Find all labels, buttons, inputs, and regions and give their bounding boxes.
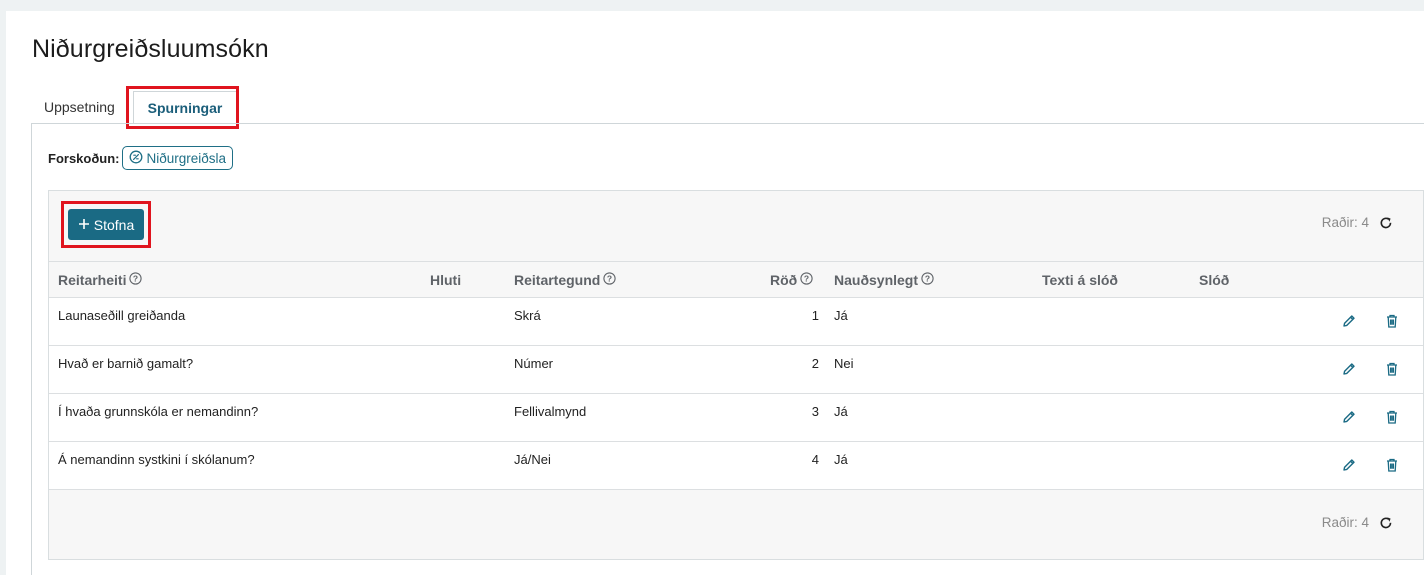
rowcount-top: Raðir: 4 [1322, 215, 1393, 230]
help-icon[interactable]: ? [921, 262, 934, 298]
cell-name: Á nemandinn systkini í skólanum? [58, 452, 255, 467]
help-icon[interactable]: ? [129, 262, 143, 298]
table-row: Launaseðill greiðanda Skrá 1 Já [49, 298, 1423, 346]
svg-text:?: ? [925, 274, 930, 284]
cell-type: Skrá [514, 308, 541, 323]
cell-required: Já [834, 404, 848, 419]
settings-circle-icon [129, 150, 143, 167]
column-header-label: Texti á slóð [1042, 272, 1118, 288]
cell-name: Hvað er barnið gamalt? [58, 356, 194, 371]
cell-name: Í hvaða grunnskóla er nemandinn? [58, 404, 259, 419]
table-header: Reitarheiti ? Hluti Reitartegund ? Röð ?… [49, 261, 1423, 298]
delete-trash-icon[interactable] [1384, 313, 1400, 329]
rowcount-text: Raðir: 4 [1321, 215, 1369, 230]
cell-type: Fellivalmynd [514, 404, 587, 419]
edit-pencil-icon[interactable] [1341, 313, 1357, 329]
svg-text:?: ? [607, 274, 612, 284]
column-header-name[interactable]: Reitarheiti ? [58, 262, 143, 298]
column-header-label: Reitartegund [514, 272, 601, 288]
cell-order: 1 [811, 308, 819, 323]
cell-order: 2 [811, 356, 819, 371]
column-header-required[interactable]: Nauðsynlegt ? [834, 262, 934, 298]
svg-text:?: ? [804, 274, 809, 284]
column-header-type[interactable]: Reitartegund ? [514, 262, 616, 298]
column-header-link[interactable]: Slóð [1199, 262, 1229, 298]
column-header-order[interactable]: Röð ? [770, 262, 813, 298]
create-button[interactable]: Stofna [68, 209, 144, 240]
column-header-label: Hluti [430, 272, 462, 288]
preview-bar: Forskoðun: Niðurgreiðsla [48, 146, 234, 170]
rowcount-text: Raðir: 4 [1321, 515, 1369, 530]
edit-pencil-icon[interactable] [1341, 409, 1357, 425]
column-header-label: Reitarheiti [58, 272, 127, 288]
tab-uppsetning[interactable]: Uppsetning [44, 91, 115, 124]
preview-chip-label: Niðurgreiðsla [146, 150, 227, 166]
table-row: Hvað er barnið gamalt? Númer 2 Nei [49, 346, 1423, 394]
table-row: Í hvaða grunnskóla er nemandinn? Felliva… [49, 394, 1423, 442]
refresh-icon[interactable] [1379, 216, 1393, 230]
svg-text:?: ? [133, 274, 138, 284]
column-header-part[interactable]: Hluti [430, 262, 461, 298]
column-header-label: Nauðsynlegt [834, 272, 919, 288]
tab-spurningar[interactable]: Spurningar [133, 91, 237, 124]
edit-pencil-icon[interactable] [1341, 457, 1357, 473]
column-header-label: Slóð [1199, 272, 1230, 288]
cell-order: 4 [811, 452, 819, 467]
cell-order: 3 [811, 404, 819, 419]
cell-required: Já [834, 452, 848, 467]
edit-pencil-icon[interactable] [1341, 361, 1357, 377]
refresh-icon[interactable] [1379, 516, 1393, 530]
column-header-link-text[interactable]: Texti á slóð [1042, 262, 1118, 298]
preview-chip[interactable]: Niðurgreiðsla [121, 146, 234, 170]
rowcount-bottom: Raðir: 4 [1322, 515, 1393, 530]
cell-name: Launaseðill greiðanda [58, 308, 186, 323]
cell-type: Númer [514, 356, 554, 371]
create-button-label: Stofna [93, 216, 135, 233]
delete-trash-icon[interactable] [1384, 409, 1400, 425]
questions-grid: Stofna Raðir: 4 Reitarheiti ? Hluti Reit… [48, 190, 1424, 560]
delete-trash-icon[interactable] [1384, 457, 1400, 473]
page-title: Niðurgreiðsluumsókn [32, 35, 269, 63]
page: Niðurgreiðsluumsókn Uppsetning Spurninga… [6, 11, 1424, 575]
cell-type: Já/Nei [514, 452, 551, 467]
plus-icon [78, 217, 90, 233]
column-header-label: Röð [770, 272, 798, 288]
cell-required: Já [834, 308, 848, 323]
table-row: Á nemandinn systkini í skólanum? Já/Nei … [49, 442, 1423, 490]
delete-trash-icon[interactable] [1384, 361, 1400, 377]
help-icon[interactable]: ? [603, 262, 616, 298]
cell-required: Nei [834, 356, 854, 371]
preview-label: Forskoðun: [48, 150, 120, 166]
help-icon[interactable]: ? [800, 262, 813, 298]
